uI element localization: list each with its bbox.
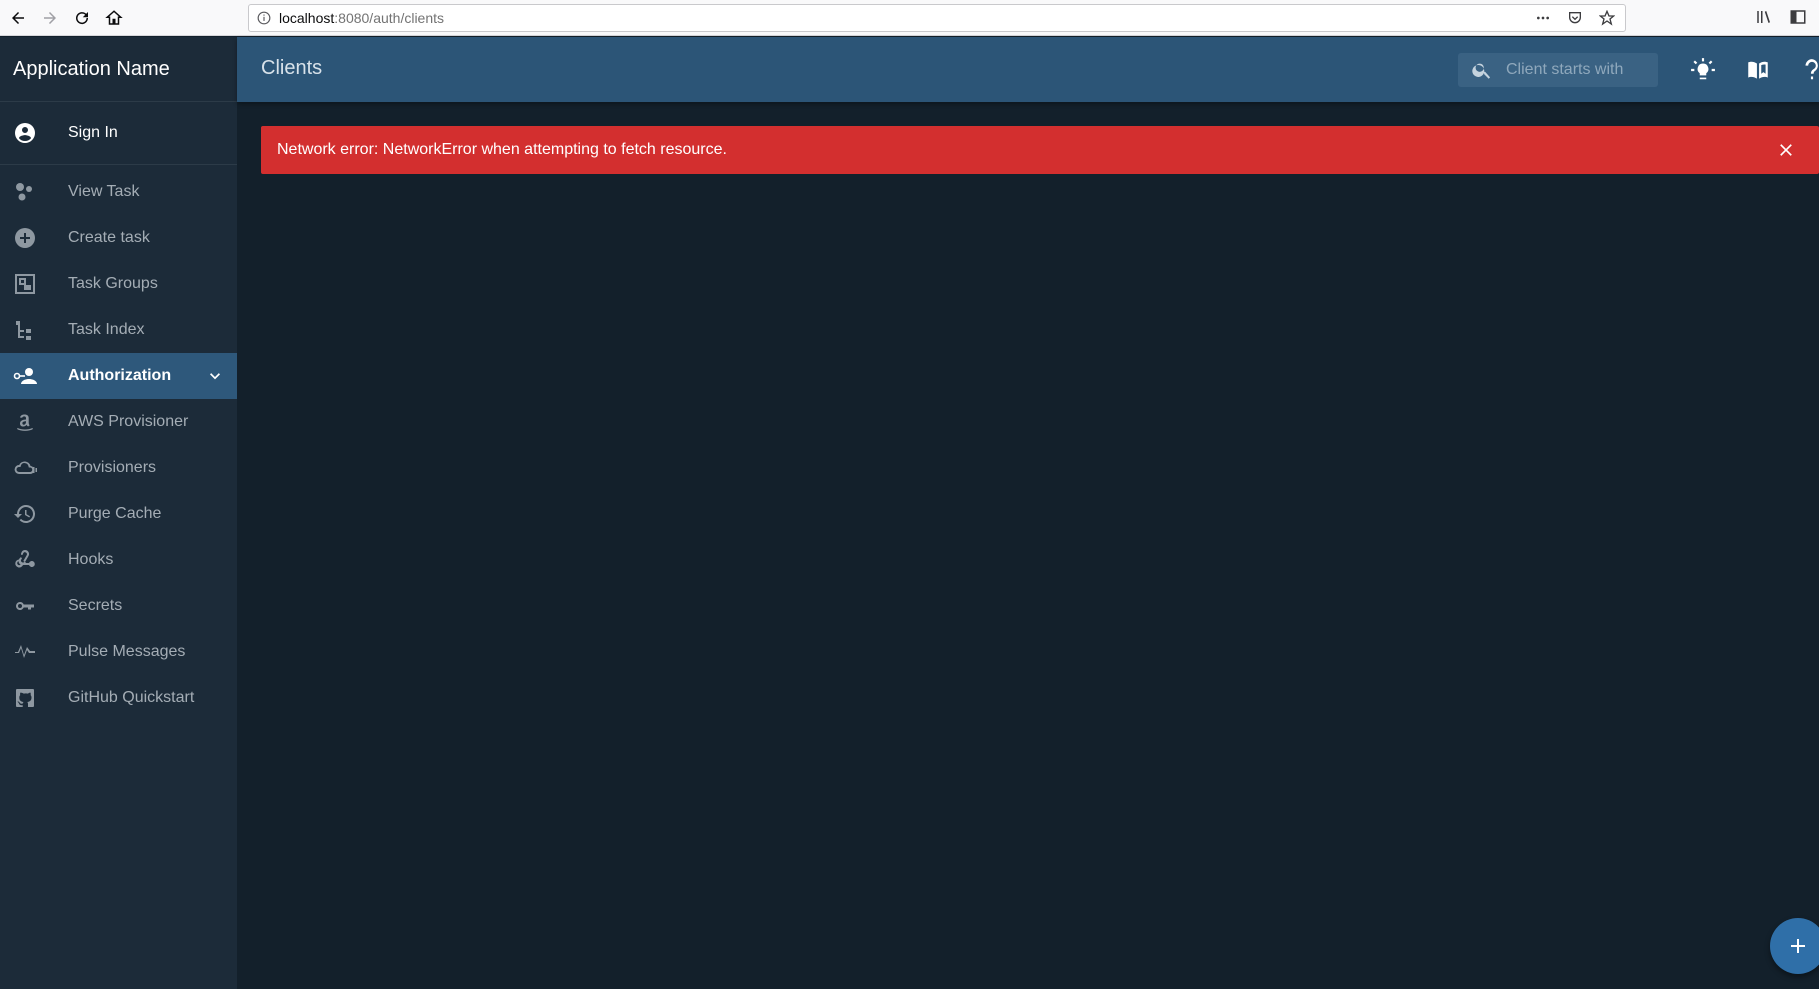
- book-open-icon: [1748, 61, 1768, 79]
- sidebar-item-label: GitHub Quickstart: [68, 689, 195, 706]
- sidebar-item-label: AWS Provisioner: [68, 413, 189, 430]
- back-button[interactable]: [4, 5, 32, 31]
- sidebar-item-hooks[interactable]: Hooks: [0, 537, 237, 583]
- error-banner: Network error: NetworkError when attempt…: [261, 126, 1819, 174]
- sidebar-item-view-task[interactable]: View Task: [0, 169, 237, 215]
- client-search[interactable]: [1458, 53, 1658, 87]
- sidebar-item-create-task[interactable]: Create task: [0, 215, 237, 261]
- bookmark-star-icon[interactable]: [1597, 8, 1617, 28]
- pulse-icon: [15, 645, 35, 658]
- file-tree-icon: [16, 321, 31, 340]
- sidebar-item-label: Authorization: [68, 367, 172, 384]
- search-input[interactable]: [1506, 61, 1651, 79]
- url-path: :8080/auth/clients: [334, 10, 445, 26]
- sidebar-item-label: Pulse Messages: [68, 643, 186, 660]
- account-circle-icon: [15, 123, 35, 143]
- sidebar-item-label: Task Index: [68, 321, 145, 338]
- home-icon: [105, 10, 123, 25]
- cloud-icon: [14, 461, 37, 475]
- arrow-left-icon: [12, 12, 24, 24]
- sidebar-item-github-quickstart[interactable]: GitHub Quickstart: [0, 675, 237, 721]
- pocket-icon[interactable]: [1565, 8, 1585, 28]
- reload-button[interactable]: [68, 5, 96, 31]
- theme-toggle-button[interactable]: [1689, 56, 1717, 84]
- arrow-right-icon: [44, 12, 56, 24]
- url-bar[interactable]: localhost:8080/auth/clients: [248, 4, 1626, 32]
- library-icon[interactable]: [1753, 6, 1775, 28]
- docs-button[interactable]: [1744, 56, 1772, 84]
- browser-toolbar: localhost:8080/auth/clients: [0, 0, 1819, 36]
- info-icon[interactable]: [249, 11, 279, 25]
- sidebar-item-sign-in[interactable]: Sign In: [0, 102, 237, 165]
- sidebar-item-label: View Task: [68, 183, 140, 200]
- sidebar-item-label: Hooks: [68, 551, 114, 568]
- forward-button[interactable]: [36, 5, 64, 31]
- page-actions-icon[interactable]: [1533, 8, 1553, 28]
- close-icon[interactable]: [1775, 139, 1797, 161]
- sidebar-item-task-index[interactable]: Task Index: [0, 307, 237, 353]
- sidebar: Application Name Sign In View Task Creat…: [0, 37, 237, 989]
- history-icon: [14, 504, 36, 523]
- sidebar-item-label: Purge Cache: [68, 505, 162, 522]
- github-icon: [16, 689, 34, 707]
- task-groups-icon: [15, 274, 35, 294]
- sidebar-item-provisioners[interactable]: Provisioners: [0, 445, 237, 491]
- chevron-down-icon[interactable]: [205, 366, 225, 386]
- home-button[interactable]: [100, 5, 128, 31]
- sidebar-item-authorization[interactable]: Authorization: [0, 353, 237, 399]
- url-host: localhost: [279, 10, 335, 26]
- reload-icon: [76, 12, 89, 25]
- sidebar-item-label: Sign In: [68, 124, 118, 141]
- account-key-icon: [13, 368, 37, 384]
- page-title: Clients: [261, 57, 323, 79]
- plus-icon: [1791, 939, 1805, 953]
- sidebar-item-secrets[interactable]: Secrets: [0, 583, 237, 629]
- webhook-icon: [15, 549, 35, 568]
- sidebar-item-label: Task Groups: [68, 275, 158, 292]
- sidebar-item-aws-provisioner[interactable]: AWS Provisioner: [0, 399, 237, 445]
- error-message: Network error: NetworkError when attempt…: [277, 141, 727, 158]
- help-button[interactable]: [1798, 56, 1819, 84]
- sidebar-toggle-icon[interactable]: [1787, 6, 1809, 28]
- app-bar: Clients: [237, 37, 1819, 102]
- sidebar-item-pulse-messages[interactable]: Pulse Messages: [0, 629, 237, 675]
- add-client-button[interactable]: [1770, 918, 1819, 974]
- amazon-icon: [17, 414, 33, 431]
- lightbulb-icon: [1691, 58, 1715, 80]
- app-name: Application Name: [0, 37, 237, 102]
- sidebar-item-label: Create task: [68, 229, 150, 246]
- sidebar-item-label: Secrets: [68, 597, 123, 614]
- help-icon: [1805, 59, 1818, 80]
- task-view-icon: [16, 183, 32, 201]
- key-icon: [15, 602, 34, 610]
- sidebar-item-task-groups[interactable]: Task Groups: [0, 261, 237, 307]
- sidebar-item-purge-cache[interactable]: Purge Cache: [0, 491, 237, 537]
- sidebar-item-label: Provisioners: [68, 459, 157, 476]
- search-icon: [1458, 59, 1506, 81]
- plus-circle-icon: [15, 228, 35, 248]
